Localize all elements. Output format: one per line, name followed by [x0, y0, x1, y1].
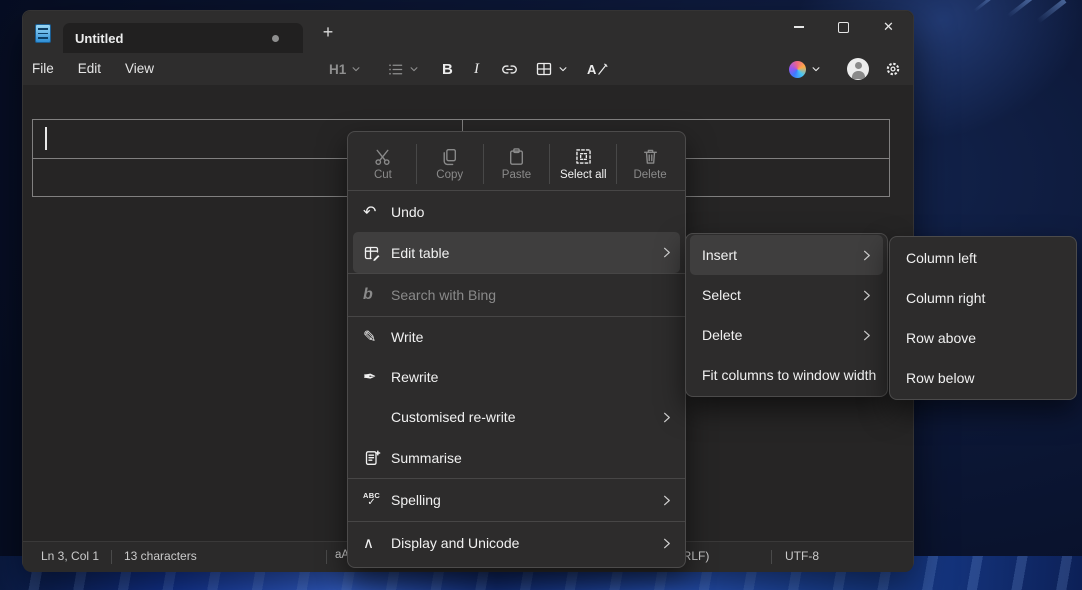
chevron-down-icon — [351, 64, 361, 74]
unsaved-indicator — [272, 35, 279, 42]
text-cursor — [45, 127, 47, 150]
submenu-item-column-left[interactable]: Column left — [894, 238, 1072, 278]
list-style-button[interactable] — [387, 53, 419, 85]
menu-file[interactable]: File — [23, 53, 63, 85]
submenu-item-column-right[interactable]: Column right — [894, 278, 1072, 318]
insert-submenu: Column left Column right Row above Row b… — [889, 236, 1077, 400]
link-icon — [500, 60, 519, 79]
chevron-right-icon — [860, 289, 873, 302]
notepad-icon — [35, 24, 51, 43]
close-button[interactable]: ✕ — [866, 11, 911, 43]
maximize-button[interactable] — [821, 11, 866, 43]
settings-button[interactable] — [884, 53, 902, 85]
gear-icon — [884, 60, 902, 78]
command-row: Cut Copy Paste Select a — [348, 132, 685, 190]
menu-item-spelling[interactable]: ABC ✓ Spelling — [353, 479, 680, 521]
tab-title: Untitled — [75, 31, 123, 46]
submenu-item-row-below[interactable]: Row below — [894, 358, 1072, 398]
account-button[interactable] — [847, 53, 869, 85]
link-button[interactable] — [500, 53, 519, 85]
write-icon: ✎ — [363, 327, 391, 347]
list-icon — [387, 61, 404, 78]
chevron-right-icon — [660, 494, 673, 507]
spell-check-button[interactable]: A — [587, 53, 608, 85]
menu-item-display-and-unicode[interactable]: ∧ Display and Unicode — [353, 522, 680, 564]
cursor-position: Ln 3, Col 1 — [41, 549, 99, 563]
cut-button[interactable]: Cut — [350, 138, 416, 190]
menu-edit[interactable]: Edit — [69, 53, 110, 85]
chevron-down-icon — [811, 64, 821, 74]
bold-button[interactable]: B — [442, 53, 453, 85]
submenu-item-fit-columns[interactable]: Fit columns to window width — [690, 355, 883, 395]
menu-item-rewrite[interactable]: ✒ Rewrite — [353, 357, 680, 397]
edit-table-submenu: Insert Select Delete Fit columns to wind… — [685, 233, 888, 397]
menu-item-customised-rewrite[interactable]: Customised re-write — [353, 397, 680, 437]
menu-item-write[interactable]: ✎ Write — [353, 317, 680, 357]
menu-bar: File Edit View H1 B I — [23, 53, 913, 85]
title-bar: Untitled + ✕ — [23, 11, 913, 53]
submenu-item-row-above[interactable]: Row above — [894, 318, 1072, 358]
menu-view[interactable]: View — [116, 53, 163, 85]
chevron-down-icon — [558, 64, 568, 74]
italic-button[interactable]: I — [474, 53, 479, 85]
summarise-icon — [363, 449, 391, 467]
rewrite-icon: ✒ — [363, 367, 391, 387]
tab-untitled[interactable]: Untitled — [63, 23, 303, 53]
delete-button[interactable]: Delete — [617, 138, 683, 190]
display-unicode-icon: ∧ — [363, 534, 391, 552]
undo-icon: ↶ — [363, 202, 391, 222]
paste-button[interactable]: Paste — [484, 138, 550, 190]
edit-table-icon — [363, 244, 391, 262]
submenu-item-delete[interactable]: Delete — [690, 315, 883, 355]
delete-icon — [641, 147, 660, 166]
copy-button[interactable]: Copy — [417, 138, 483, 190]
chevron-right-icon — [860, 329, 873, 342]
submenu-item-insert[interactable]: Insert — [690, 235, 883, 275]
avatar-icon — [847, 58, 869, 80]
menu-item-undo[interactable]: ↶ Undo — [353, 191, 680, 232]
select-all-icon — [574, 147, 593, 166]
cut-icon — [373, 147, 392, 166]
minimize-button[interactable] — [776, 11, 821, 43]
submenu-item-select[interactable]: Select — [690, 275, 883, 315]
chevron-down-icon — [409, 64, 419, 74]
encoding[interactable]: UTF-8 — [785, 549, 819, 563]
copilot-icon — [789, 61, 806, 78]
chevron-right-icon — [660, 411, 673, 424]
paste-icon — [507, 147, 526, 166]
copilot-button[interactable] — [789, 53, 821, 85]
menu-item-edit-table[interactable]: Edit table — [353, 232, 680, 273]
pen-icon — [597, 63, 608, 76]
new-tab-button[interactable]: + — [316, 20, 340, 44]
table-icon — [535, 60, 553, 78]
menu-item-summarise[interactable]: Summarise — [353, 437, 680, 478]
spelling-icon: ABC ✓ — [363, 492, 380, 509]
chevron-right-icon — [660, 537, 673, 550]
chevron-right-icon — [660, 246, 673, 259]
context-menu: Cut Copy Paste Select a — [347, 131, 686, 568]
copy-icon — [440, 147, 459, 166]
character-count: 13 characters — [124, 549, 197, 563]
table-button[interactable] — [535, 53, 568, 85]
heading-style-button[interactable]: H1 — [329, 53, 361, 85]
select-all-button[interactable]: Select all — [550, 138, 616, 190]
chevron-right-icon — [860, 249, 873, 262]
bing-icon: b — [363, 286, 391, 304]
menu-item-search-with-bing[interactable]: b Search with Bing — [353, 274, 680, 316]
